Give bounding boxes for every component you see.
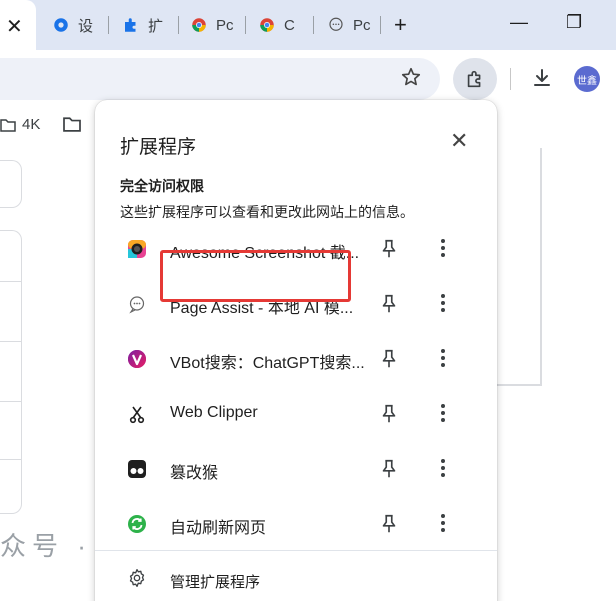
- pin-icon[interactable]: [378, 513, 400, 535]
- tab-page-assist[interactable]: Pc: [327, 8, 371, 42]
- tab-label: C: [284, 16, 295, 34]
- manage-extensions-label: 管理扩展程序: [170, 574, 261, 591]
- background-card: [0, 160, 22, 208]
- extension-row-vbot[interactable]: VBot搜索：ChatGPT搜索...: [95, 332, 497, 387]
- more-vert-icon[interactable]: [435, 291, 451, 315]
- popup-title: 扩展程序: [120, 137, 197, 158]
- bookmark-star-icon[interactable]: [400, 66, 422, 88]
- auto-refresh-icon: [128, 515, 146, 533]
- tab-settings[interactable]: 设: [52, 8, 93, 42]
- tab-extensions[interactable]: 扩: [122, 8, 163, 42]
- more-vert-icon[interactable]: [435, 401, 451, 425]
- extension-name: Web Clipper: [170, 404, 258, 421]
- chrome-icon: [260, 18, 274, 32]
- manage-extensions-button[interactable]: 管理扩展程序: [95, 552, 497, 601]
- vbot-icon: [128, 350, 146, 368]
- bookmark-folder[interactable]: [62, 116, 82, 132]
- chat-bubble-icon: [129, 296, 145, 314]
- extension-name: 自动刷新网页: [170, 520, 267, 537]
- section-description: 这些扩展程序可以查看和更改此网站上的信息。: [120, 204, 414, 220]
- highlight-box: [160, 250, 351, 302]
- chat-bubble-icon: [329, 17, 343, 31]
- pin-icon[interactable]: [378, 458, 400, 480]
- awesome-screenshot-icon: [128, 240, 146, 258]
- gear-icon: [54, 18, 68, 32]
- more-vert-icon[interactable]: [435, 346, 451, 370]
- folder-icon: [0, 118, 16, 132]
- extension-row-web-clipper[interactable]: Web Clipper: [95, 387, 497, 442]
- pin-icon[interactable]: [378, 348, 400, 370]
- tab-strip: ✕ 设 扩 Pc C Pc + — ❐: [0, 0, 616, 50]
- puzzle-icon: [125, 18, 136, 32]
- pin-icon[interactable]: [378, 403, 400, 425]
- restore-button[interactable]: ❐: [566, 12, 582, 33]
- close-icon[interactable]: ✕: [450, 128, 468, 154]
- tampermonkey-icon: [128, 460, 146, 478]
- pin-icon[interactable]: [378, 293, 400, 315]
- tab-label: Pc: [353, 16, 371, 34]
- background-panel-border: [540, 148, 542, 386]
- toolbar-divider: [510, 68, 511, 90]
- more-vert-icon[interactable]: [435, 236, 451, 260]
- close-tab-icon[interactable]: ✕: [6, 14, 23, 39]
- extension-row-tampermonkey[interactable]: 篡改猴: [95, 442, 497, 497]
- more-vert-icon[interactable]: [435, 456, 451, 480]
- bookmark-label: 4K: [22, 116, 41, 133]
- download-icon[interactable]: [530, 66, 554, 90]
- more-vert-icon[interactable]: [435, 511, 451, 535]
- section-title: 完全访问权限: [120, 178, 204, 194]
- extension-name: VBot搜索：ChatGPT搜索...: [170, 355, 365, 372]
- avatar[interactable]: 世鑫: [574, 66, 600, 92]
- puzzle-icon: [467, 70, 481, 88]
- tab-label: 扩: [148, 17, 164, 35]
- minimize-button[interactable]: —: [510, 12, 528, 33]
- folder-icon: [63, 117, 81, 132]
- tab-label: Pc: [216, 16, 234, 34]
- extension-row-auto-refresh[interactable]: 自动刷新网页: [95, 497, 497, 552]
- extensions-popup: 扩展程序 ✕ 完全访问权限 这些扩展程序可以查看和更改此网站上的信息。 Awes…: [95, 100, 497, 601]
- tab-page-1[interactable]: Pc: [190, 8, 234, 42]
- new-tab-button[interactable]: +: [394, 12, 407, 38]
- tab-page-2[interactable]: C: [258, 8, 295, 42]
- scissors-icon: [129, 406, 145, 424]
- gear-icon: [129, 569, 145, 587]
- background-table: [0, 230, 22, 514]
- bookmark-folder-4k[interactable]: 4K: [0, 116, 40, 133]
- address-bar[interactable]: [0, 58, 440, 100]
- pin-icon[interactable]: [378, 238, 400, 260]
- popup-divider: [95, 550, 497, 551]
- chrome-icon: [192, 18, 206, 32]
- active-tab[interactable]: ✕: [0, 0, 36, 50]
- extension-name: 篡改猴: [170, 465, 219, 482]
- tab-label: 设: [78, 17, 94, 35]
- extensions-button[interactable]: [453, 58, 497, 100]
